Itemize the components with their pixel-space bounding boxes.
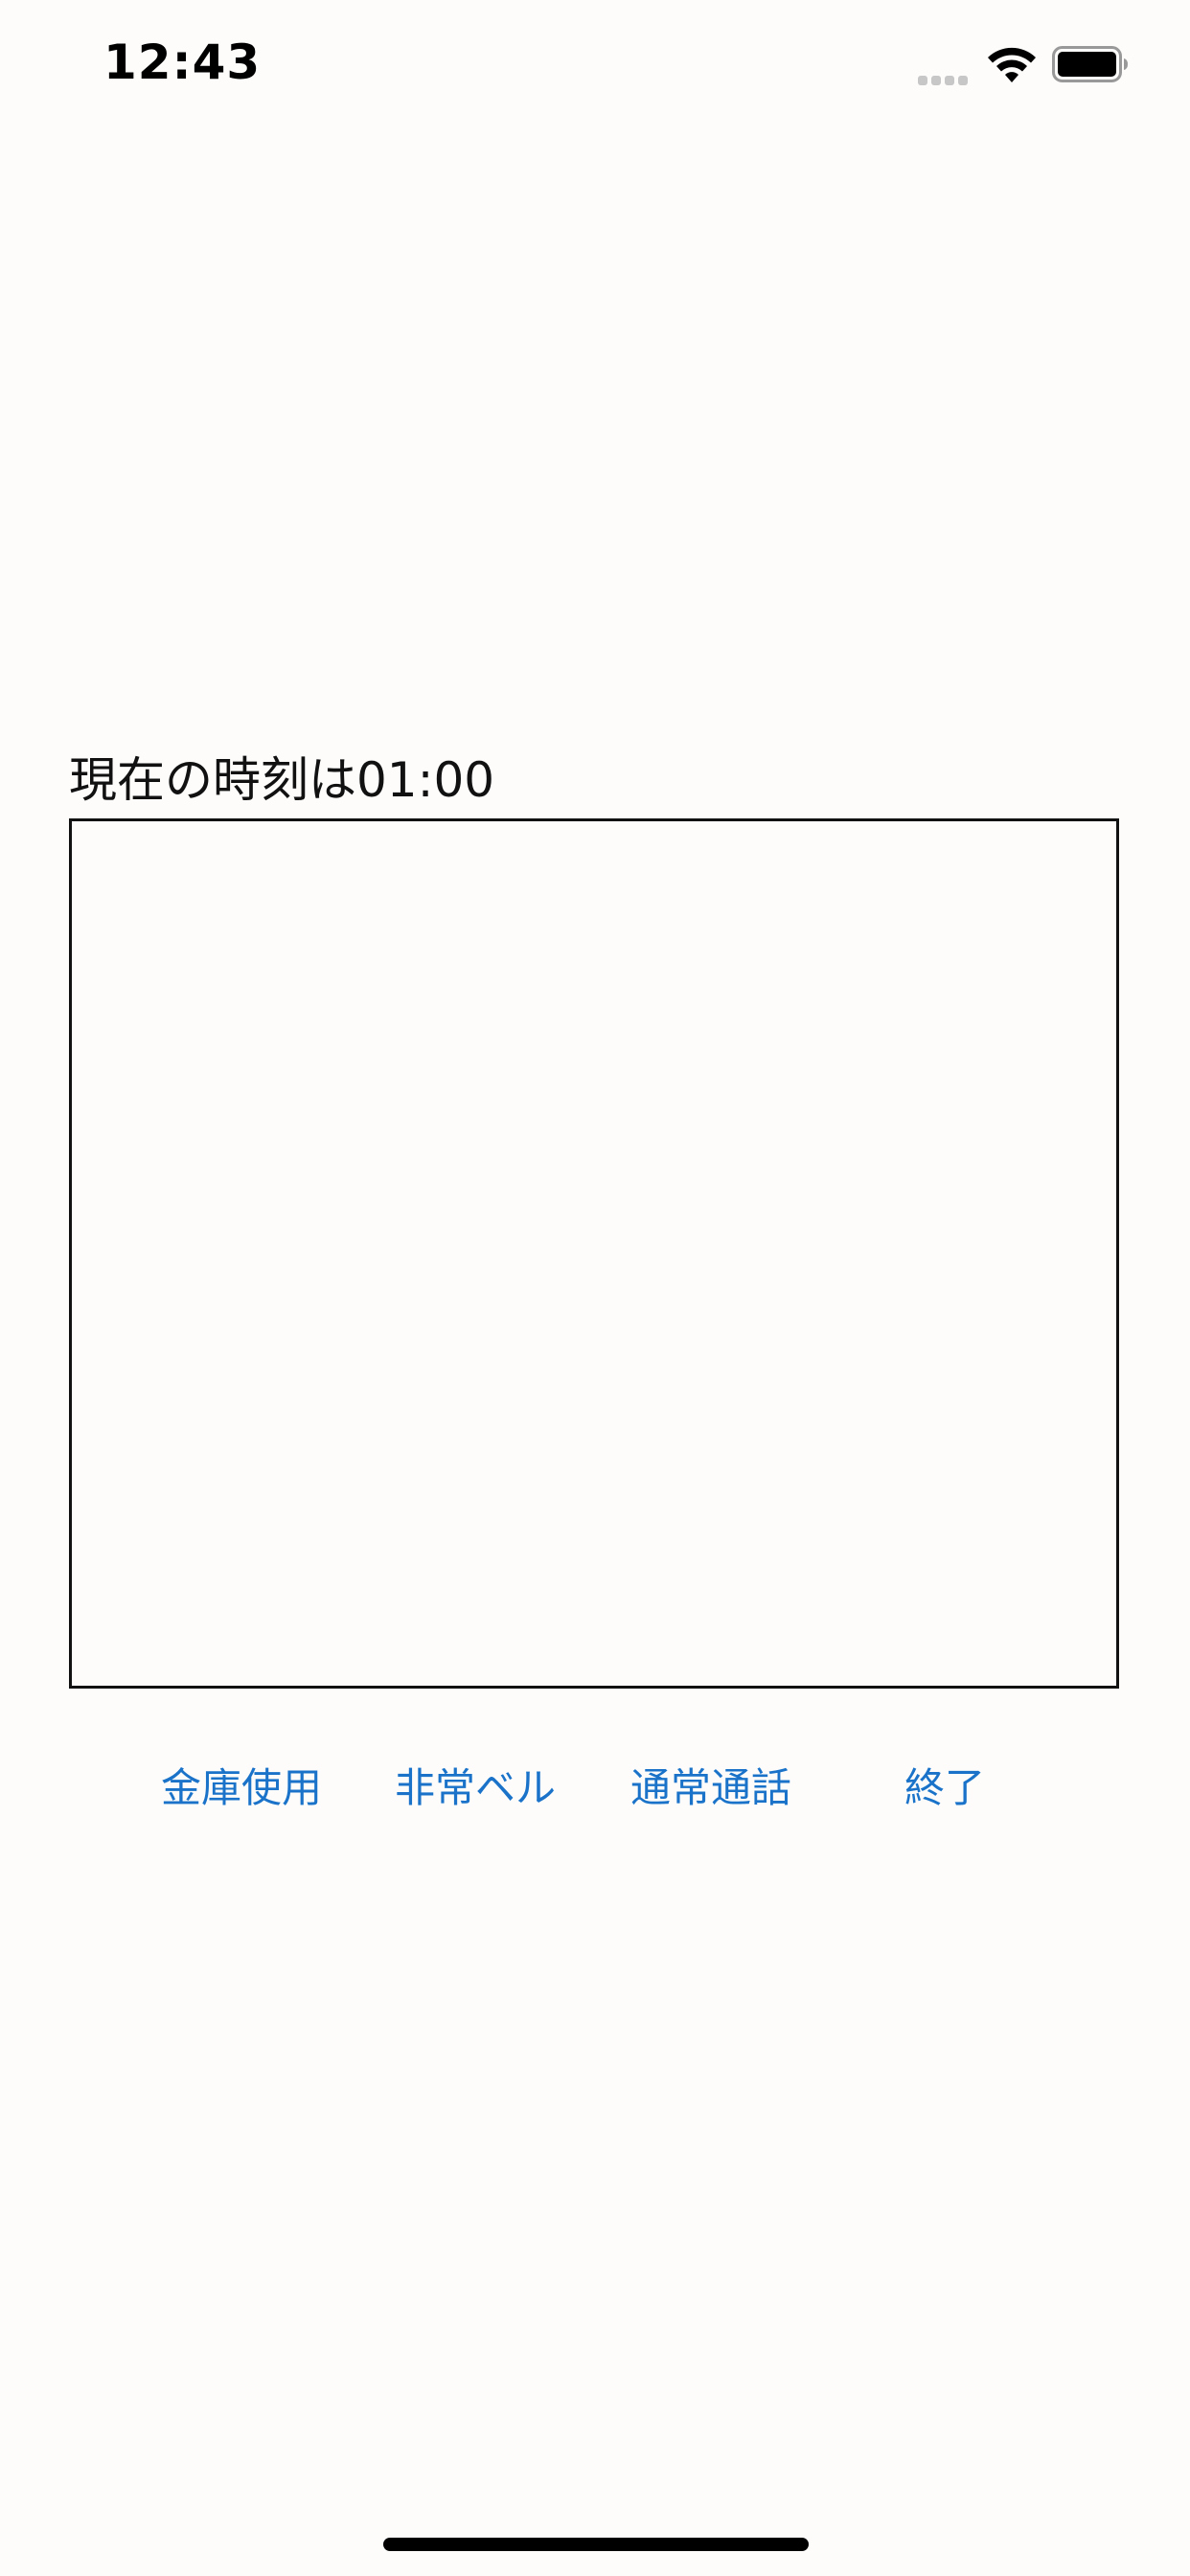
end-button[interactable]: 終了	[903, 1756, 987, 1813]
current-time-label: 現在の時刻は01:00	[69, 752, 495, 808]
wifi-icon	[988, 47, 1036, 82]
battery-icon	[1052, 46, 1128, 82]
normal-call-button[interactable]: 通常通話	[629, 1756, 793, 1813]
safe-use-button[interactable]: 金庫使用	[159, 1756, 324, 1813]
status-bar: 12:43	[0, 0, 1190, 134]
status-time: 12:43	[103, 34, 262, 90]
emergency-bell-button[interactable]: 非常ベル	[393, 1756, 558, 1813]
home-indicator[interactable]	[383, 2538, 809, 2551]
cellular-signal-icon	[918, 71, 972, 85]
message-text-area[interactable]	[69, 818, 1119, 1689]
app-screen: 12:43 現在の時刻は01:00 金庫使用 非常ベル 通常通話 終了	[0, 0, 1190, 2576]
